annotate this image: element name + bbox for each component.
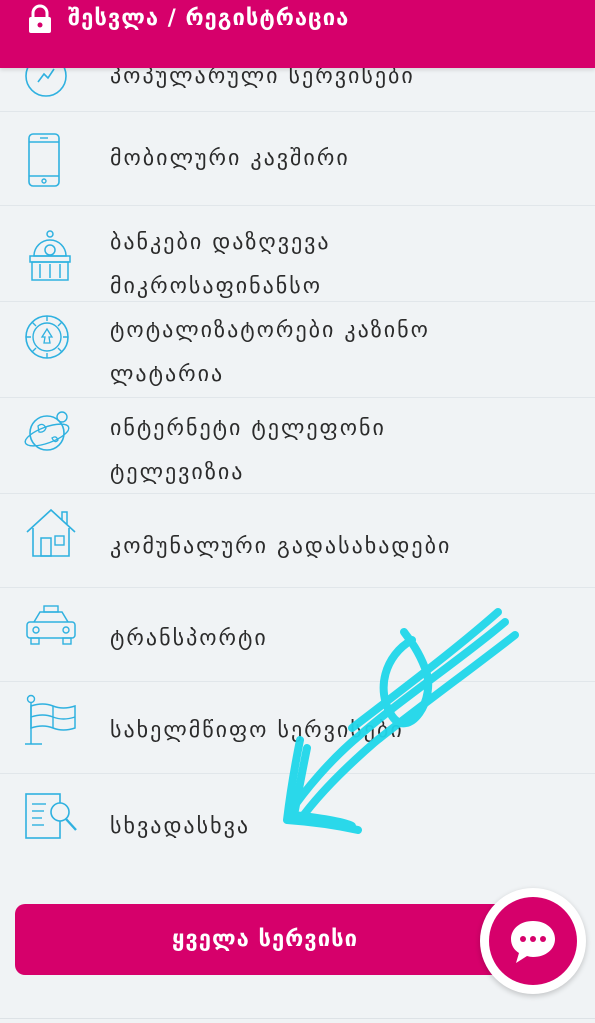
category-label: ინტერნეტი ტელეფონი <box>110 416 386 441</box>
category-label: ტოტალიზატორები კაზინო <box>110 318 430 343</box>
category-transport[interactable]: ტრანსპორტი <box>0 588 595 682</box>
login-register-title: შესვლა / რეგისტრაცია <box>68 5 350 31</box>
category-label: სხვადასხვა <box>110 814 251 839</box>
category-casino[interactable]: ტოტალიზატორები კაზინო ლატარია <box>0 302 595 398</box>
casino-chip-icon <box>25 315 69 359</box>
login-register-bar[interactable]: შესვლა / რეგისტრაცია <box>0 0 595 68</box>
category-utilities[interactable]: კომუნალური გადასახადები <box>0 494 595 588</box>
bank-icon <box>29 230 71 281</box>
government-flag-icon <box>25 694 76 745</box>
category-label: კომუნალური გადასახადები <box>110 534 452 559</box>
category-other[interactable]: სხვადასხვა <box>0 774 595 870</box>
category-label: ტრანსპორტი <box>110 626 268 651</box>
chat-button[interactable] <box>480 888 586 994</box>
house-icon <box>26 508 76 557</box>
category-label-line2: ლატარია <box>110 362 225 387</box>
mobile-phone-icon <box>28 133 60 187</box>
category-banks[interactable]: ბანკები დაზღვევა მიკროსაფინანსო <box>0 206 595 302</box>
all-services-button[interactable]: ყველა სერვისი <box>15 904 515 975</box>
taxi-icon <box>26 605 76 645</box>
category-list: პოპულარული სერვისები მობილური კავშირი ბა… <box>0 18 595 870</box>
globe-icon <box>24 411 70 451</box>
category-government[interactable]: სახელმწიფო სერვისები <box>0 682 595 774</box>
category-label-line2: მიკროსაფინანსო <box>110 274 323 299</box>
lock-icon <box>29 4 51 33</box>
category-label-line2: ტელევიზია <box>110 460 245 485</box>
document-search-icon <box>25 793 77 839</box>
category-label: მობილური კავშირი <box>110 146 350 171</box>
category-internet[interactable]: ინტერნეტი ტელეფონი ტელევიზია <box>0 398 595 494</box>
category-label: სახელმწიფო სერვისები <box>110 718 404 743</box>
category-mobile[interactable]: მობილური კავშირი <box>0 112 595 206</box>
category-label: ბანკები დაზღვევა <box>110 230 331 255</box>
chat-bubble-icon <box>511 921 555 963</box>
bottom-divider <box>0 1018 595 1019</box>
